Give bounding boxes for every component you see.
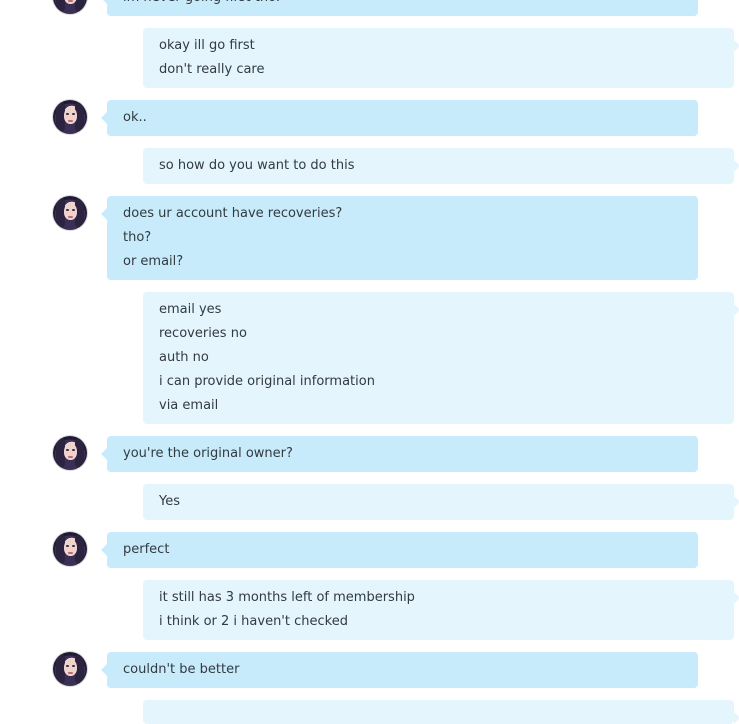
contact-avatar[interactable]	[53, 196, 87, 230]
message-text: so how do you want to do this	[159, 158, 355, 173]
message-text: auth no	[159, 350, 209, 365]
message-text: you're the original owner?	[123, 446, 293, 461]
message-text: couldn't be better	[123, 662, 240, 677]
message-text: don't really care	[159, 62, 265, 77]
contact-avatar[interactable]	[53, 652, 87, 686]
message-bubble[interactable]: couldn't be better	[101, 652, 698, 688]
message-bubble[interactable]	[143, 700, 739, 724]
message-text: does ur account have recoveries?	[123, 206, 343, 221]
message-bubble[interactable]: so how do you want to do this	[143, 148, 739, 184]
message-text: it still has 3 months left of membership	[159, 590, 415, 605]
message-text: or email?	[123, 254, 184, 269]
message-text: tho?	[123, 230, 152, 245]
message-text: im never going first tho.	[123, 0, 682, 10]
contact-avatar[interactable]	[53, 532, 87, 566]
message-bubble[interactable]: it still has 3 months left of membership…	[143, 580, 739, 640]
contact-avatar[interactable]	[53, 100, 87, 134]
message-text: ok..	[123, 110, 147, 125]
message-text: i can provide original information	[159, 374, 375, 389]
message-text: perfect	[123, 542, 170, 557]
message-text: Yes	[159, 494, 180, 509]
message-text: recoveries no	[159, 326, 247, 341]
message-text: i think or 2 i haven't checked	[159, 614, 348, 629]
message-bubble[interactable]: im never going first tho.	[101, 0, 698, 16]
message-bubble[interactable]: does ur account have recoveries? tho? or e…	[101, 196, 698, 280]
contact-avatar[interactable]	[53, 436, 87, 470]
message-bubble[interactable]: okay ill go first don't really care	[143, 28, 739, 88]
message-text: via email	[159, 398, 219, 413]
message-text: email yes	[159, 302, 222, 317]
contact-avatar[interactable]	[53, 0, 87, 14]
message-bubble[interactable]: perfect	[101, 532, 698, 568]
message-bubble[interactable]: Yes	[143, 484, 739, 520]
message-bubble[interactable]: ok..	[101, 100, 698, 136]
message-bubble[interactable]: you're the original owner?	[101, 436, 698, 472]
message-text: okay ill go first	[159, 38, 255, 53]
message-bubble[interactable]: email yes recoveries no auth no i can provi…	[143, 292, 739, 424]
